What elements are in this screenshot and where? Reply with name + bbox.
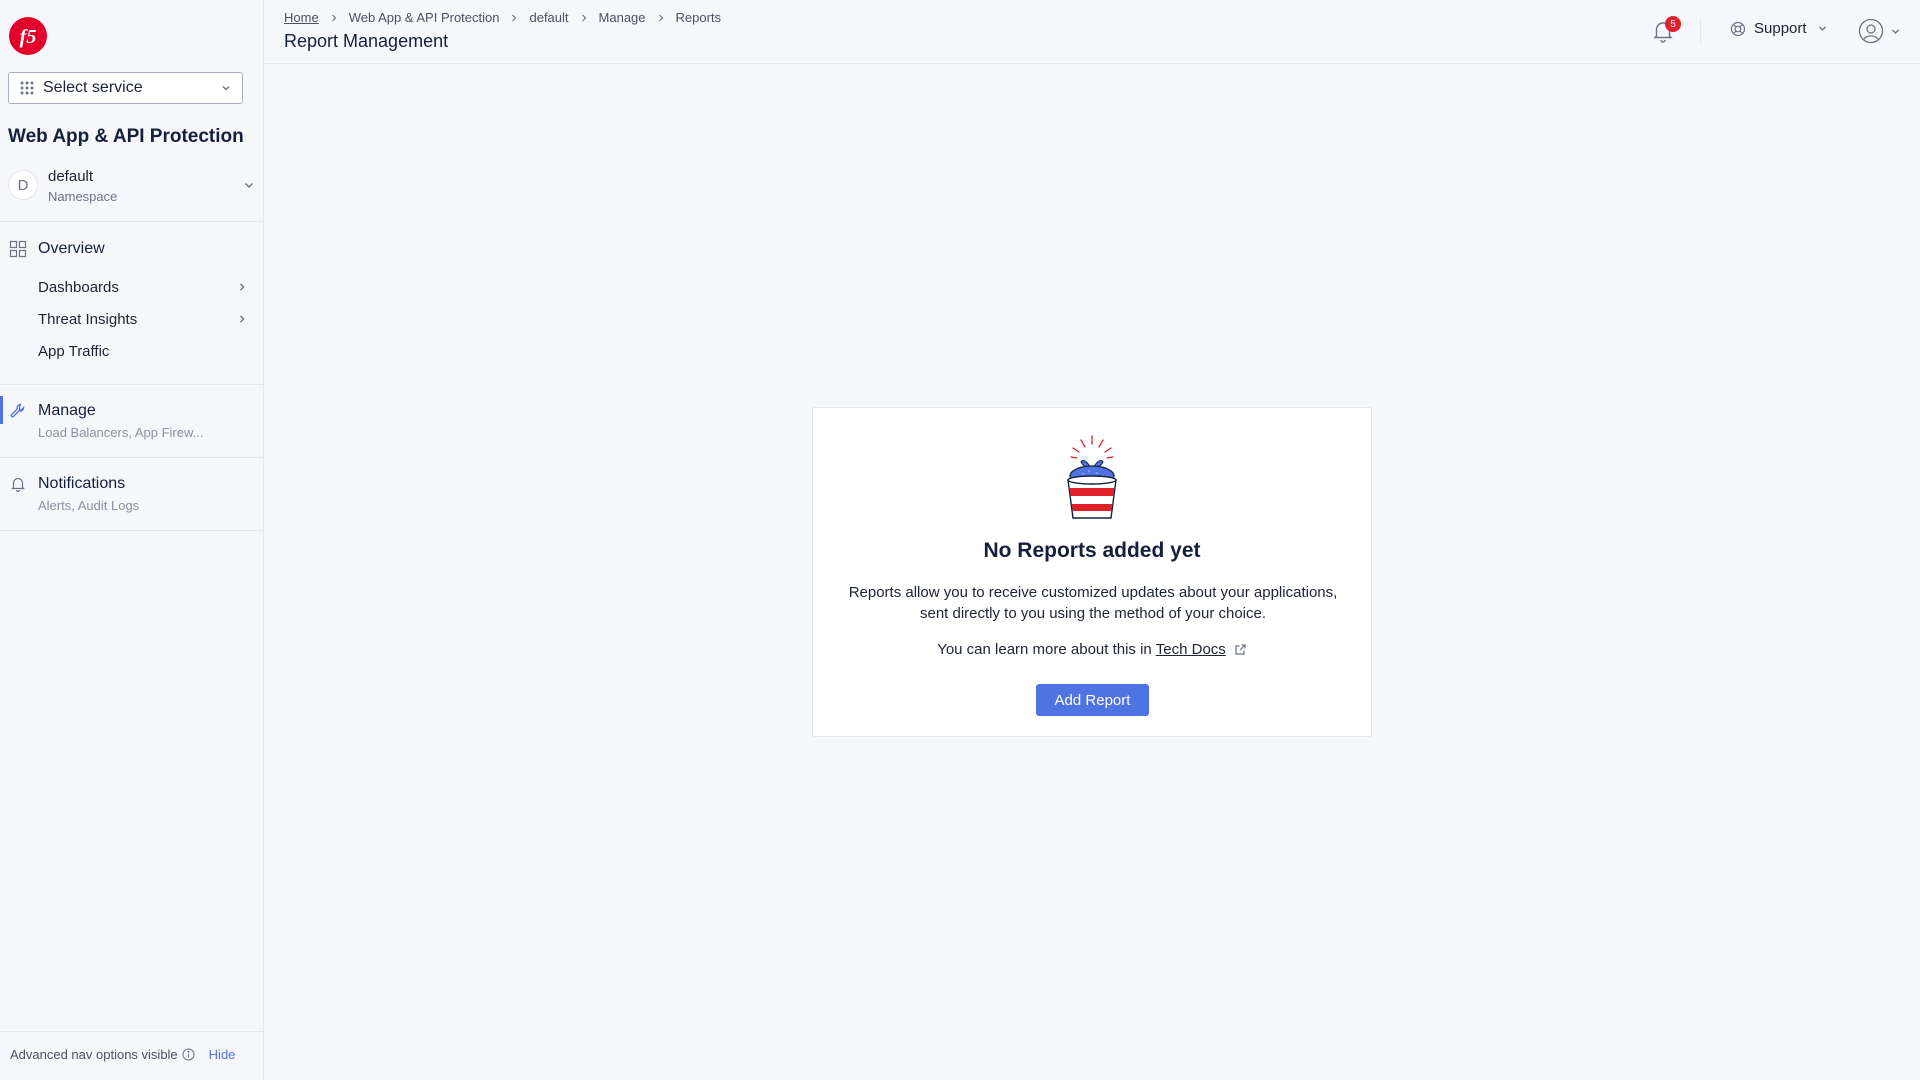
sidebar-item-label: App Traffic (38, 342, 110, 360)
grid-icon (20, 81, 34, 95)
overview-grid-icon (9, 240, 27, 258)
nav-overview-label: Overview (38, 240, 105, 257)
divider (1700, 18, 1701, 44)
namespace-label: Namespace (48, 189, 118, 204)
learn-more: You can learn more about this in Tech Do… (813, 641, 1371, 658)
sidebar-item-label: Dashboards (38, 278, 119, 296)
chevron-down-icon (222, 86, 230, 91)
chevron-right-icon (658, 14, 663, 21)
chevron-down-icon (245, 183, 253, 188)
external-link-icon[interactable] (1234, 643, 1247, 656)
chevron-right-icon (512, 14, 517, 21)
wrench-icon (10, 403, 25, 418)
tech-docs-link[interactable]: Tech Docs (1156, 641, 1226, 658)
nav-options-footer: Advanced nav options visible Hide (10, 1047, 235, 1062)
chevron-down-icon (1892, 29, 1899, 34)
notification-count-badge: 5 (1665, 16, 1681, 32)
sidebar: f5 Select service Web App & API Protecti… (0, 0, 264, 1080)
support-menu[interactable]: Support (1730, 20, 1828, 37)
nav-manage-sub: Load Balancers, App Firew... (38, 425, 204, 440)
chevron-down-icon (1818, 26, 1826, 31)
sidebar-item-label: Threat Insights (38, 310, 138, 328)
namespace-selector[interactable]: D default Namespace (8, 166, 256, 208)
nav-manage-label: Manage (38, 402, 96, 419)
page-title: Report Management (284, 31, 449, 51)
user-avatar-icon (1858, 18, 1884, 44)
svg-text:f5: f5 (20, 26, 37, 48)
flower-pot-illustration-icon (1067, 435, 1117, 519)
sidebar-item-threat-insights[interactable]: Threat Insights (38, 307, 248, 331)
breadcrumb-namespace[interactable]: default (529, 10, 568, 25)
breadcrumb-manage[interactable]: Manage (599, 10, 646, 25)
info-icon[interactable] (182, 1048, 195, 1061)
nav-notifications[interactable]: Notifications Alerts, Audit Logs (0, 472, 264, 513)
select-service-label: Select service (43, 79, 143, 96)
chevron-right-icon (240, 283, 245, 291)
divider (0, 384, 264, 385)
divider (0, 221, 264, 222)
namespace-name: default (48, 168, 94, 185)
nav-manage[interactable]: Manage Load Balancers, App Firew... (0, 399, 264, 440)
notifications-button[interactable]: 5 (1650, 16, 1681, 44)
nav-notifications-sub: Alerts, Audit Logs (38, 498, 140, 513)
breadcrumb-waap[interactable]: Web App & API Protection (349, 10, 500, 25)
empty-state-card: No Reports added yet Reports allow you t… (812, 407, 1372, 737)
breadcrumb-reports: Reports (675, 10, 722, 25)
divider (0, 530, 264, 531)
add-report-button[interactable]: Add Report (1036, 684, 1149, 716)
bell-icon (11, 477, 25, 493)
support-label: Support (1754, 20, 1807, 37)
f5-logo-icon[interactable]: f5 (8, 16, 48, 56)
empty-state-description: Reports allow you to receive customized … (848, 584, 1338, 622)
namespace-avatar: D (8, 170, 38, 200)
hide-link[interactable]: Hide (209, 1047, 236, 1062)
chevron-right-icon (331, 14, 337, 21)
app-title: Web App & API Protection (8, 126, 244, 147)
chevron-right-icon (581, 14, 586, 21)
breadcrumb: Home Web App & API Protection default Ma… (284, 10, 721, 25)
top-header: Home Web App & API Protection default Ma… (265, 0, 1920, 64)
sidebar-item-dashboards[interactable]: Dashboards (38, 275, 248, 299)
divider (0, 1031, 264, 1032)
footer-text: Advanced nav options visible (10, 1047, 178, 1062)
sidebar-item-app-traffic[interactable]: App Traffic (38, 339, 248, 363)
divider (0, 457, 264, 458)
chevron-right-icon (240, 315, 245, 323)
learn-more-text: You can learn more about this in (937, 641, 1152, 658)
breadcrumb-home[interactable]: Home (284, 10, 319, 25)
user-profile-menu[interactable] (1858, 18, 1901, 44)
select-service-dropdown[interactable]: Select service (8, 72, 243, 104)
empty-state-title: No Reports added yet (983, 539, 1201, 562)
nav-notifications-label: Notifications (38, 475, 126, 492)
support-lifebuoy-icon (1730, 21, 1746, 36)
nav-overview[interactable]: Overview (0, 237, 264, 261)
